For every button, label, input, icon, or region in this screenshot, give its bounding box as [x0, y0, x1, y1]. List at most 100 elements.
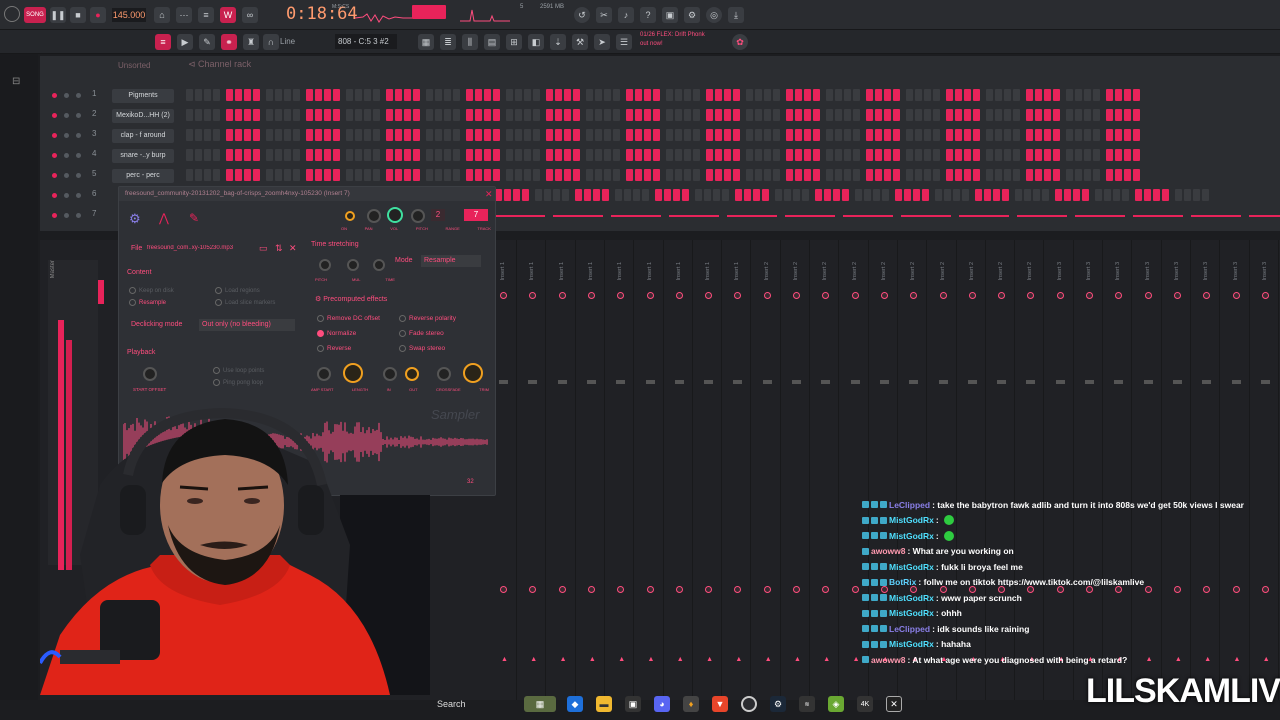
volume-fader[interactable]	[879, 380, 889, 384]
pause-icon[interactable]: ❚❚	[50, 7, 66, 23]
step-button[interactable]	[826, 89, 833, 101]
step-button[interactable]	[813, 129, 820, 141]
step-button[interactable]	[586, 89, 593, 101]
step-button[interactable]	[1053, 109, 1060, 121]
effect-option[interactable]: Reverse	[317, 345, 351, 352]
piano-roll-icon[interactable]: ≣	[440, 34, 456, 50]
step-button[interactable]	[404, 129, 411, 141]
step-button[interactable]	[453, 129, 460, 141]
volume-fader[interactable]	[557, 380, 567, 384]
step-button[interactable]	[444, 109, 451, 121]
volume-fader[interactable]	[997, 380, 1007, 384]
step-button[interactable]	[1122, 189, 1129, 201]
step-button[interactable]	[275, 109, 282, 121]
pan-knob[interactable]	[1115, 292, 1123, 299]
step-button[interactable]	[595, 129, 602, 141]
route-knob[interactable]	[734, 586, 742, 593]
step-button[interactable]	[844, 89, 851, 101]
step-button[interactable]	[644, 149, 651, 161]
tuner-icon[interactable]: ⇣	[550, 34, 566, 50]
step-button[interactable]	[755, 149, 762, 161]
step-button[interactable]	[475, 149, 482, 161]
step-button[interactable]	[315, 129, 322, 141]
step-button[interactable]	[373, 89, 380, 101]
step-button[interactable]	[1104, 189, 1111, 201]
save-icon[interactable]: ▣	[662, 7, 678, 23]
step-button[interactable]	[355, 169, 362, 181]
volume-fader[interactable]	[1143, 380, 1153, 384]
step-button[interactable]	[826, 129, 833, 141]
pan-knob[interactable]	[587, 292, 595, 299]
pan-knob[interactable]	[1203, 292, 1211, 299]
step-button[interactable]	[586, 169, 593, 181]
mixer-insert-strip[interactable]: Insert 1 ▲	[637, 240, 664, 700]
step-button[interactable]	[253, 109, 260, 121]
pan-knob[interactable]	[529, 292, 537, 299]
step-button[interactable]	[746, 129, 753, 141]
step-button[interactable]	[386, 109, 393, 121]
mixer-led[interactable]	[64, 193, 69, 198]
step-button[interactable]	[324, 89, 331, 101]
step-button[interactable]	[724, 109, 731, 121]
route-knob[interactable]	[558, 586, 566, 593]
step-button[interactable]	[524, 149, 531, 161]
chat-username[interactable]: MistGodRx	[889, 562, 934, 572]
chat-username[interactable]: MistGodRx	[889, 515, 934, 525]
channel-filter[interactable]: Unsorted	[118, 61, 150, 70]
step-button[interactable]	[753, 189, 760, 201]
mixer-insert-strip[interactable]: Insert 1 ▲	[695, 240, 723, 700]
step-button[interactable]	[933, 89, 940, 101]
step-button[interactable]	[244, 149, 251, 161]
step-button[interactable]	[904, 189, 911, 201]
step-button[interactable]	[1095, 189, 1102, 201]
step-button[interactable]	[1066, 129, 1073, 141]
pan-knob[interactable]	[793, 292, 800, 299]
mute-led[interactable]	[52, 193, 57, 198]
step-button[interactable]	[715, 109, 722, 121]
select-led[interactable]	[76, 153, 81, 158]
step-button[interactable]	[204, 109, 211, 121]
step-button[interactable]	[853, 109, 860, 121]
step-button[interactable]	[666, 89, 673, 101]
online-icon[interactable]: ✿	[732, 34, 748, 50]
step-button[interactable]	[204, 149, 211, 161]
step-button[interactable]	[1115, 109, 1122, 121]
step-button[interactable]	[533, 169, 540, 181]
mute-led[interactable]	[52, 173, 57, 178]
step-button[interactable]	[1113, 189, 1120, 201]
channel-number[interactable]: 1	[92, 89, 96, 98]
step-button[interactable]	[493, 129, 500, 141]
step-button[interactable]	[1093, 129, 1100, 141]
step-button[interactable]	[573, 109, 580, 121]
resample-option[interactable]: Resample	[129, 299, 166, 306]
file-explorer-icon[interactable]: ▬	[596, 696, 612, 712]
step-button[interactable]	[1044, 149, 1051, 161]
step-button[interactable]	[573, 169, 580, 181]
step-button[interactable]	[1035, 109, 1042, 121]
step-button[interactable]	[604, 109, 611, 121]
channel-name-button[interactable]: Pigments	[112, 89, 174, 103]
channel-name-button[interactable]: clap - f around	[112, 129, 174, 143]
tempo-display[interactable]: 145.000	[112, 8, 146, 22]
step-button[interactable]	[773, 149, 780, 161]
mixer-icon[interactable]: ⫼	[462, 34, 478, 50]
step-button[interactable]	[722, 189, 729, 201]
step-button[interactable]	[675, 149, 682, 161]
route-arrow-icon[interactable]: ▲	[618, 656, 625, 663]
wave-edit-icon[interactable]: ⇅	[275, 243, 283, 254]
step-button[interactable]	[613, 109, 620, 121]
playlist-icon[interactable]: ≡	[155, 34, 171, 50]
tools-icon[interactable]: ⚒	[572, 34, 588, 50]
step-button[interactable]	[253, 149, 260, 161]
step-button[interactable]	[835, 109, 842, 121]
step-button[interactable]	[1093, 109, 1100, 121]
step-button[interactable]	[504, 189, 511, 201]
menu-icon[interactable]: ☰	[616, 34, 632, 50]
step-button[interactable]	[962, 189, 969, 201]
step-button[interactable]	[986, 169, 993, 181]
step-button[interactable]	[546, 169, 553, 181]
volume-fader[interactable]	[1114, 380, 1124, 384]
step-button[interactable]	[1004, 169, 1011, 181]
step-button[interactable]	[1073, 189, 1080, 201]
step-button[interactable]	[1093, 89, 1100, 101]
